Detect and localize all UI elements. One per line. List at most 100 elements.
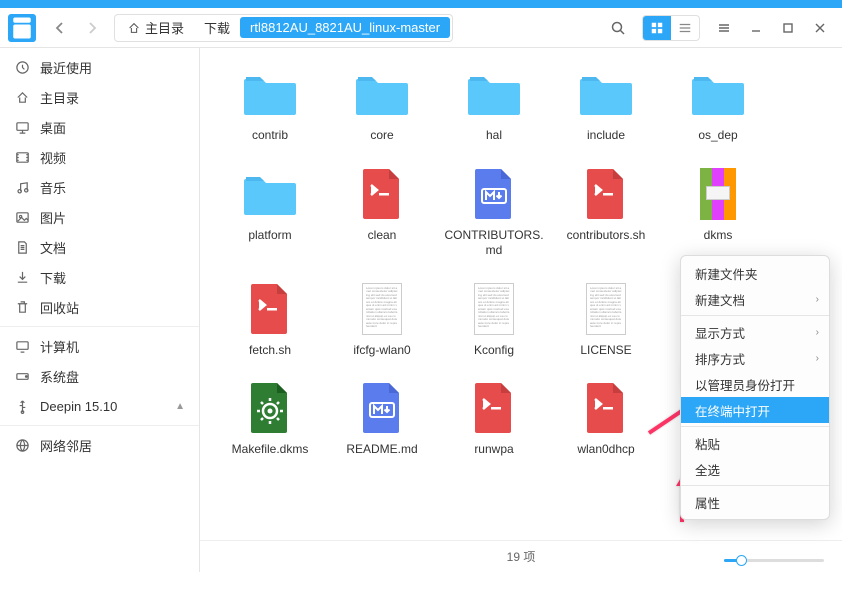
ctx-sort[interactable]: 排序方式› — [681, 345, 829, 371]
file-item[interactable]: contrib — [220, 58, 320, 150]
menu-button[interactable] — [710, 14, 738, 42]
ctx-open-admin[interactable]: 以管理员身份打开 — [681, 371, 829, 397]
app-logo[interactable] — [8, 14, 36, 42]
file-item[interactable]: Lorem ipsum dolor sit amet consectetur a… — [444, 273, 544, 365]
minimize-button[interactable] — [742, 14, 770, 42]
sidebar-item-pictures[interactable]: 图片 — [0, 202, 199, 232]
image-icon — [14, 209, 30, 225]
file-icon — [574, 64, 638, 124]
sidebar-item-downloads[interactable]: 下载 — [0, 262, 199, 292]
sidebar-item-label: 下载 — [40, 268, 66, 287]
breadcrumb-downloads[interactable]: 下载 — [194, 15, 240, 40]
file-item[interactable]: contributors.sh — [556, 158, 656, 265]
ctx-properties[interactable]: 属性 — [681, 489, 829, 515]
chevron-right-icon: › — [816, 294, 819, 305]
file-icon — [462, 378, 526, 438]
breadcrumb: 主目录 下载 rtl8812AU_8821AU_linux-master — [114, 14, 453, 42]
file-item[interactable]: wlan0dhcp — [556, 372, 656, 464]
file-item[interactable]: hal — [444, 58, 544, 150]
sidebar-item-documents[interactable]: 文档 — [0, 232, 199, 262]
trash-icon — [14, 299, 30, 315]
ctx-paste[interactable]: 粘贴 — [681, 430, 829, 456]
ctx-separator — [681, 315, 829, 316]
file-item[interactable]: runwpa — [444, 372, 544, 464]
file-item[interactable]: include — [556, 58, 656, 150]
file-label: runwpa — [474, 442, 513, 458]
back-button[interactable] — [46, 14, 74, 42]
file-icon — [238, 164, 302, 224]
file-label: platform — [248, 228, 291, 244]
file-item[interactable]: os_dep — [668, 58, 768, 150]
file-icon — [238, 279, 302, 339]
maximize-button[interactable] — [774, 14, 802, 42]
file-label: contributors.sh — [567, 228, 646, 244]
file-label: Kconfig — [474, 343, 514, 359]
home-icon — [14, 89, 30, 105]
chevron-right-icon: › — [816, 327, 819, 338]
ctx-new-folder[interactable]: 新建文件夹 — [681, 260, 829, 286]
file-icon — [574, 164, 638, 224]
ctx-new-doc[interactable]: 新建文档 › — [681, 286, 829, 312]
ctx-label: 新建文档 — [695, 290, 745, 309]
music-icon — [14, 179, 30, 195]
ctx-separator — [681, 485, 829, 486]
search-button[interactable] — [604, 14, 632, 42]
file-icon — [350, 378, 414, 438]
ctx-label: 显示方式 — [695, 323, 745, 342]
file-item[interactable]: core — [332, 58, 432, 150]
sidebar-item-label: 图片 — [40, 208, 66, 227]
sidebar-item-label: 文档 — [40, 238, 66, 257]
close-button[interactable] — [806, 14, 834, 42]
grid-view-button[interactable] — [643, 16, 671, 40]
network-icon — [14, 437, 30, 453]
toolbar: 主目录 下载 rtl8812AU_8821AU_linux-master — [0, 8, 842, 48]
file-icon — [238, 64, 302, 124]
disk-icon — [14, 368, 30, 384]
file-icon — [238, 378, 302, 438]
list-view-button[interactable] — [671, 16, 699, 40]
view-toggle — [642, 15, 700, 41]
sidebar-item-video[interactable]: 视频 — [0, 142, 199, 172]
eject-icon[interactable]: ▲ — [175, 401, 185, 412]
ctx-separator — [681, 426, 829, 427]
file-icon — [462, 164, 526, 224]
file-item[interactable]: Lorem ipsum dolor sit amet consectetur a… — [332, 273, 432, 365]
file-item[interactable]: dkms — [668, 158, 768, 265]
file-item[interactable]: fetch.sh — [220, 273, 320, 365]
sidebar-item-computer[interactable]: 计算机 — [0, 331, 199, 361]
sidebar-item-system-disk[interactable]: 系统盘 — [0, 361, 199, 391]
sidebar-item-trash[interactable]: 回收站 — [0, 292, 199, 322]
sidebar-item-label: 最近使用 — [40, 58, 92, 77]
forward-button[interactable] — [78, 14, 106, 42]
item-count: 19 项 — [507, 548, 536, 565]
zoom-slider[interactable] — [724, 559, 824, 562]
sidebar-item-desktop[interactable]: 桌面 — [0, 112, 199, 142]
sidebar-item-deepin[interactable]: Deepin 15.10▲ — [0, 391, 199, 421]
file-item[interactable]: platform — [220, 158, 320, 265]
video-icon — [14, 149, 30, 165]
ctx-select-all[interactable]: 全选 — [681, 456, 829, 482]
sidebar-item-label: 系统盘 — [40, 367, 79, 386]
breadcrumb-home[interactable]: 主目录 — [117, 15, 194, 40]
file-item[interactable]: clean — [332, 158, 432, 265]
sidebar-item-recent[interactable]: 最近使用 — [0, 52, 199, 82]
file-item[interactable]: README.md — [332, 372, 432, 464]
file-icon — [350, 164, 414, 224]
usb-icon — [14, 398, 30, 414]
ctx-open-terminal[interactable]: 在终端中打开 — [681, 397, 829, 423]
ctx-display[interactable]: 显示方式 › — [681, 319, 829, 345]
sidebar-item-label: 视频 — [40, 148, 66, 167]
file-icon: Lorem ipsum dolor sit amet consectetur a… — [574, 279, 638, 339]
file-item[interactable]: CONTRIBUTORS.md — [444, 158, 544, 265]
breadcrumb-current[interactable]: rtl8812AU_8821AU_linux-master — [240, 17, 450, 38]
sidebar-item-network[interactable]: 网络邻居 — [0, 430, 199, 460]
file-label: Makefile.dkms — [232, 442, 309, 458]
file-item[interactable]: Lorem ipsum dolor sit amet consectetur a… — [556, 273, 656, 365]
file-icon — [686, 164, 750, 224]
zoom-thumb[interactable] — [736, 555, 747, 566]
sidebar-item-home[interactable]: 主目录 — [0, 82, 199, 112]
titlebar — [0, 0, 842, 8]
sidebar-item-music[interactable]: 音乐 — [0, 172, 199, 202]
sidebar-item-label: 桌面 — [40, 118, 66, 137]
file-item[interactable]: Makefile.dkms — [220, 372, 320, 464]
